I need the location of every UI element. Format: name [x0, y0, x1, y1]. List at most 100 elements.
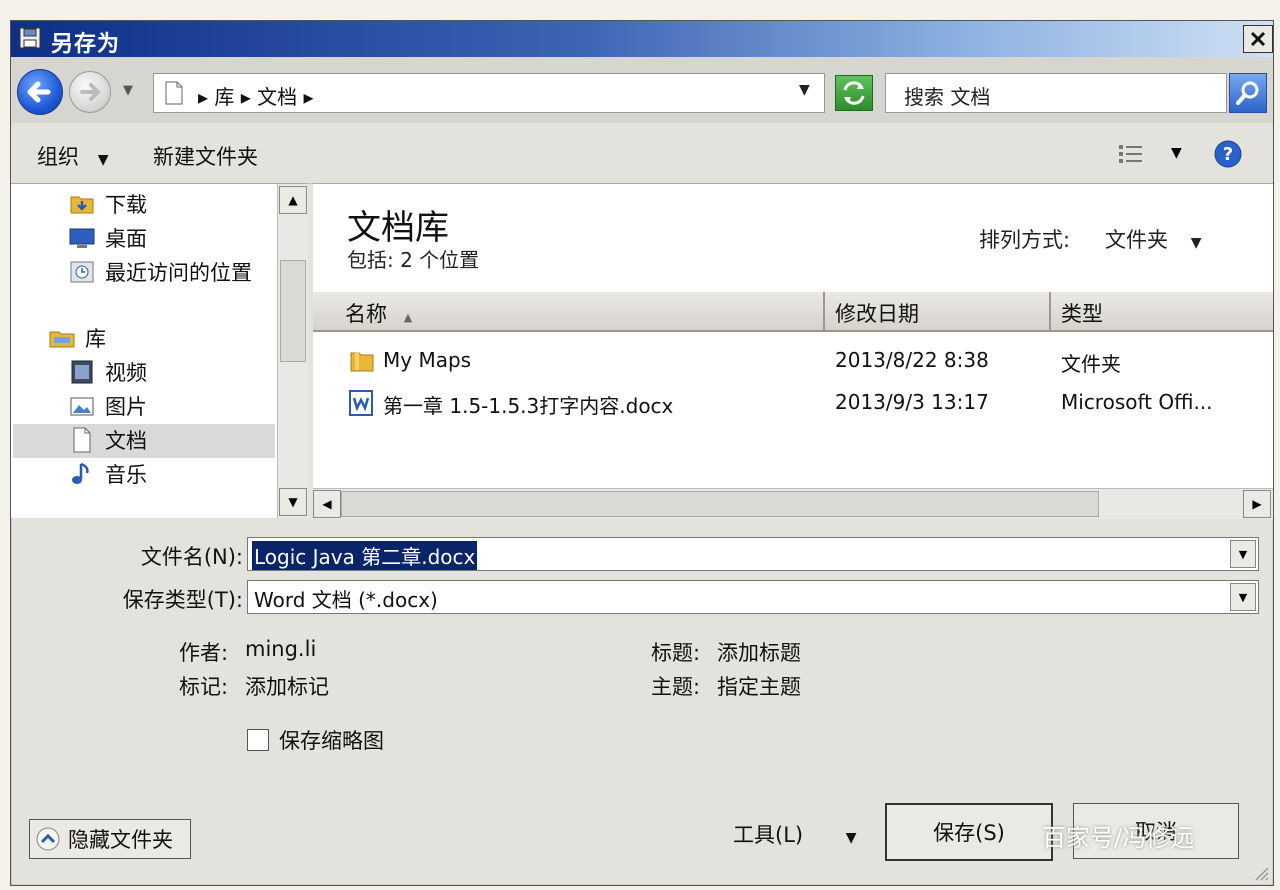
pictures-icon: [70, 397, 94, 416]
scroll-right-icon[interactable]: ▶: [1243, 490, 1271, 518]
savetype-label: 保存类型(T):: [122, 588, 243, 612]
breadcrumb[interactable]: ▸ 库 ▸ 文档 ▸: [198, 81, 314, 110]
filename-dropdown-icon[interactable]: ▼: [1230, 540, 1256, 568]
documents-icon: [73, 427, 91, 453]
organize-button[interactable]: 组织 ▼: [37, 141, 108, 171]
title-value[interactable]: 添加标题: [717, 637, 801, 667]
sidebar-item-label: 音乐: [105, 463, 147, 487]
save-as-dialog: 另存为 ▼ ▸ 库 ▸ 文档 ▸ ▼ 搜索 文档 组织 ▼ 新建文件夹 ▼ ? …: [10, 20, 1274, 886]
library-subtitle[interactable]: 包括: 2 个位置: [347, 244, 479, 273]
chevron-down-icon: ▼: [845, 830, 857, 846]
search-icon: [1236, 81, 1259, 105]
table-row[interactable]: 第一章 1.5-1.5.3打字内容.docx 2013/9/3 13:17 Mi…: [313, 384, 1273, 422]
save-button[interactable]: 保存(S): [885, 803, 1053, 861]
search-button[interactable]: [1229, 73, 1267, 113]
sort-dropdown[interactable]: 文件夹 ▼: [1105, 224, 1201, 254]
forward-button[interactable]: [69, 71, 111, 113]
table-row[interactable]: My Maps 2013/8/22 8:38 文件夹: [313, 342, 1273, 380]
scroll-down-icon[interactable]: ▼: [279, 488, 307, 516]
word-document-icon: [349, 390, 373, 416]
title-bar[interactable]: 另存为: [11, 21, 1273, 57]
video-icon: [71, 360, 93, 384]
chevron-down-icon: ▼: [1190, 235, 1202, 251]
column-name[interactable]: 名称 ▲: [345, 298, 412, 328]
author-label: 作者:: [179, 641, 229, 665]
view-dropdown-icon[interactable]: ▼: [1171, 145, 1182, 161]
folder-icon: [350, 352, 374, 372]
command-bar: 组织 ▼ 新建文件夹 ▼ ?: [11, 125, 1273, 184]
window-title: 另存为: [51, 32, 121, 57]
column-divider[interactable]: [823, 292, 825, 330]
close-icon: [1250, 31, 1266, 47]
sidebar-item-label: 最近访问的位置: [105, 261, 252, 285]
navigation-bar: ▼ ▸ 库 ▸ 文档 ▸ ▼ 搜索 文档: [11, 57, 1273, 123]
libraries-icon: [49, 331, 75, 348]
save-thumbnail-checkbox[interactable]: [247, 729, 269, 751]
hide-folders-label: 隐藏文件夹: [68, 828, 173, 852]
author-value[interactable]: ming.li: [245, 637, 316, 661]
file-name: 第一章 1.5-1.5.3打字内容.docx: [383, 394, 674, 418]
tags-label: 标记:: [179, 675, 229, 699]
subject-value[interactable]: 指定主题: [717, 671, 801, 701]
scrollbar-thumb[interactable]: [280, 260, 306, 362]
sidebar-item-label: 桌面: [105, 227, 147, 251]
sidebar-item-label: 下载: [105, 193, 147, 217]
sidebar-item-label: 库: [85, 327, 106, 351]
filename-input[interactable]: Logic Java 第二章.docx: [252, 541, 478, 570]
view-options-icon[interactable]: [1117, 143, 1147, 165]
navigation-pane: 下载 桌面 最近访问的位置 库 视频 图片 文档 音乐 ▲ ▼: [11, 183, 308, 518]
horizontal-scrollbar[interactable]: ◀ ▶: [313, 488, 1273, 519]
address-dropdown-icon[interactable]: ▼: [799, 82, 810, 98]
document-icon: [165, 81, 183, 105]
svg-text:?: ?: [1223, 144, 1233, 165]
file-list-pane: 文档库 包括: 2 个位置 排列方式: 文件夹 ▼ 名称 ▲ 修改日期 类型 M…: [313, 183, 1273, 519]
scroll-up-icon[interactable]: ▲: [279, 186, 307, 214]
navigation-scrollbar[interactable]: ▲ ▼: [277, 184, 308, 518]
file-date: 2013/8/22 8:38: [835, 348, 989, 372]
new-folder-button[interactable]: 新建文件夹: [153, 141, 258, 171]
chevron-down-icon: ▼: [97, 152, 109, 168]
sort-label: 排列方式:: [979, 228, 1071, 252]
refresh-icon: [843, 81, 865, 105]
savetype-dropdown-icon[interactable]: ▼: [1230, 583, 1256, 611]
tags-value[interactable]: 添加标记: [245, 671, 329, 701]
search-input[interactable]: 搜索 文档: [885, 73, 1227, 113]
sidebar-item-label: 图片: [105, 395, 147, 419]
tools-button[interactable]: 工具(L) ▼: [733, 819, 857, 849]
recent-pages-dropdown-icon[interactable]: ▼: [123, 83, 133, 98]
resize-grip-icon[interactable]: [1251, 863, 1269, 881]
column-type[interactable]: 类型: [1061, 298, 1103, 328]
column-header: 名称 ▲ 修改日期 类型: [313, 292, 1273, 332]
library-title: 文档库: [347, 208, 449, 248]
refresh-button[interactable]: [835, 75, 873, 111]
save-as-icon: [19, 27, 41, 49]
column-divider[interactable]: [1049, 292, 1051, 330]
help-icon[interactable]: ?: [1213, 139, 1243, 169]
search-placeholder: 搜索 文档: [904, 85, 991, 109]
title-label: 标题:: [651, 641, 701, 665]
file-name: My Maps: [383, 348, 472, 372]
organize-label: 组织: [37, 145, 79, 169]
savetype-select[interactable]: Word 文档 (*.docx) ▼: [247, 580, 1259, 614]
close-button[interactable]: [1243, 25, 1273, 53]
hide-folders-button[interactable]: 隐藏文件夹: [29, 819, 191, 859]
back-button[interactable]: [17, 69, 63, 115]
scroll-left-icon[interactable]: ◀: [313, 490, 341, 518]
music-icon: [72, 462, 89, 484]
filename-combobox[interactable]: Logic Java 第二章.docx ▼: [247, 537, 1259, 571]
column-name-label: 名称: [345, 302, 387, 326]
chevron-up-icon: [36, 827, 60, 851]
sidebar-item-label: 视频: [105, 361, 147, 385]
file-type: 文件夹: [1061, 352, 1121, 376]
sort-ascending-icon: ▲: [403, 311, 413, 324]
column-date[interactable]: 修改日期: [835, 298, 919, 328]
download-folder-icon: [70, 196, 94, 214]
recent-places-icon: [70, 261, 94, 283]
address-bar[interactable]: ▸ 库 ▸ 文档 ▸ ▼: [153, 73, 825, 113]
desktop-icon: [69, 228, 95, 248]
file-date: 2013/9/3 13:17: [835, 390, 989, 414]
scrollbar-thumb[interactable]: [341, 491, 1099, 517]
watermark: 百家号/冯修远: [1042, 824, 1195, 852]
subject-label: 主题:: [651, 675, 701, 699]
sort-value: 文件夹: [1105, 228, 1168, 252]
